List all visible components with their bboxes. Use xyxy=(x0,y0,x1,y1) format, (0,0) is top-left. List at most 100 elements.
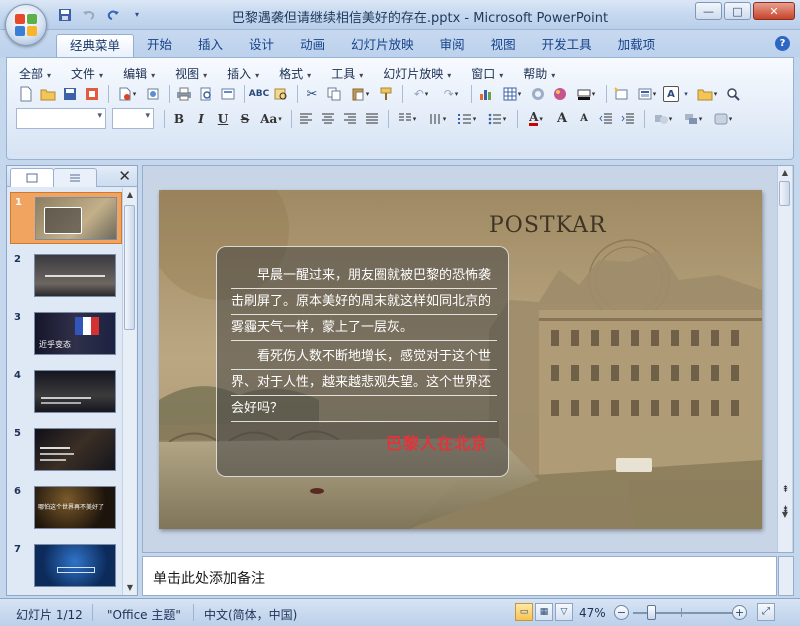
research-icon[interactable] xyxy=(271,84,291,104)
cut-icon[interactable]: ✂ xyxy=(302,84,322,104)
slide-thumbnail-3[interactable]: 3 近乎变态 xyxy=(10,308,122,360)
scroll-down-icon[interactable]: ▼ xyxy=(123,581,137,595)
bold-button[interactable]: B xyxy=(169,109,189,129)
italic-button[interactable]: I xyxy=(191,109,211,129)
scrollbar-thumb[interactable] xyxy=(124,205,135,330)
table-icon[interactable]: ▾ xyxy=(498,84,526,104)
office-button[interactable] xyxy=(5,4,47,46)
menu-insert[interactable]: 插入 ▾ xyxy=(227,65,259,82)
folder-icon[interactable]: ▾ xyxy=(693,84,721,104)
grow-font-button[interactable]: A xyxy=(552,109,572,129)
notes-pane[interactable]: 单击此处添加备注 xyxy=(142,556,777,596)
format-painter-icon[interactable] xyxy=(376,84,396,104)
menu-help[interactable]: 帮助 ▾ xyxy=(523,65,555,82)
new-icon[interactable] xyxy=(16,84,36,104)
normal-view-icon[interactable]: ▭ xyxy=(515,603,533,621)
scroll-up-icon[interactable]: ▲ xyxy=(123,188,137,202)
slide-thumbnail-4[interactable]: 4 xyxy=(10,366,122,418)
menu-view[interactable]: 视图 ▾ xyxy=(175,65,207,82)
font-name-combo[interactable] xyxy=(16,108,106,129)
fill-color-icon[interactable]: ▾ xyxy=(572,84,600,104)
slide-scrollbar[interactable]: ▲ ⇞ ⇟ ▼ xyxy=(777,166,792,552)
justify-icon[interactable] xyxy=(362,109,382,129)
tab-animations[interactable]: 动画 xyxy=(287,34,338,57)
shrink-font-button[interactable]: A xyxy=(574,109,594,129)
numbering-icon[interactable]: ▾ xyxy=(453,109,481,129)
undo-icon[interactable]: ↶ ▾ xyxy=(407,84,435,104)
tab-home[interactable]: 开始 xyxy=(134,34,185,57)
slide-thumbnail-5[interactable]: 5 xyxy=(10,424,122,476)
print-icon[interactable] xyxy=(174,84,194,104)
current-slide[interactable]: POSTKAR 早晨一醒过来，朋友圈就被巴黎的恐怖袭 击刷屏了。原本美好的周末就… xyxy=(159,190,762,529)
slideshow-view-icon[interactable]: ▽ xyxy=(555,603,573,621)
maximize-button[interactable]: □ xyxy=(724,2,751,20)
tab-slides[interactable] xyxy=(10,168,54,187)
permission-icon[interactable] xyxy=(82,84,102,104)
textbox-dropdown-icon[interactable]: ▾ xyxy=(681,84,691,104)
minimize-button[interactable]: — xyxy=(695,2,722,20)
paste-icon[interactable]: ▾ xyxy=(346,84,374,104)
layout-icon[interactable] xyxy=(218,84,238,104)
slide-thumbnail-7[interactable]: 7 xyxy=(10,540,122,592)
chart-icon[interactable] xyxy=(476,84,496,104)
scroll-up-icon[interactable]: ▲ xyxy=(778,166,792,180)
zoom-slider-knob[interactable] xyxy=(647,605,656,620)
scrollbar-thumb[interactable] xyxy=(779,181,790,206)
slide-thumbnail-2[interactable]: 2 xyxy=(10,250,122,302)
decrease-indent-icon[interactable] xyxy=(596,109,616,129)
slide-text-box[interactable]: 早晨一醒过来，朋友圈就被巴黎的恐怖袭 击刷屏了。原本美好的周末就这样如同北京的 … xyxy=(216,246,509,477)
zoom-out-icon[interactable]: − xyxy=(614,605,629,620)
tab-design[interactable]: 设计 xyxy=(236,34,287,57)
textbox-icon[interactable]: A xyxy=(663,86,679,102)
columns-icon[interactable]: ▾ xyxy=(393,109,421,129)
menu-tools[interactable]: 工具 ▾ xyxy=(331,65,363,82)
slide-thumbnail-6[interactable]: 6 哪怕这个世界再不美好了 xyxy=(10,482,122,534)
underline-button[interactable]: U xyxy=(213,109,233,129)
slides-pane-scrollbar[interactable]: ▲ ▼ xyxy=(122,188,136,595)
font-size-combo[interactable] xyxy=(112,108,154,129)
clipart-icon[interactable] xyxy=(528,84,548,104)
tab-review[interactable]: 审阅 xyxy=(427,34,478,57)
shapes-icon[interactable]: ▾ xyxy=(649,109,677,129)
publish-icon[interactable] xyxy=(143,84,163,104)
help-icon[interactable]: ? xyxy=(775,36,790,51)
tab-developer[interactable]: 开发工具 xyxy=(529,34,605,57)
language-indicator[interactable]: 中文(简体，中国) xyxy=(204,606,297,623)
arrange-icon[interactable]: ▾ xyxy=(679,109,707,129)
menu-slideshow[interactable]: 幻灯片放映 ▾ xyxy=(383,65,451,82)
tab-classic-menu[interactable]: 经典菜单 xyxy=(56,34,135,57)
tab-view[interactable]: 视图 xyxy=(478,34,529,57)
picture-icon[interactable] xyxy=(550,84,570,104)
text-direction-icon[interactable]: ▾ xyxy=(423,109,451,129)
slide-sorter-icon[interactable]: ▦ xyxy=(535,603,553,621)
tab-slideshow[interactable]: 幻灯片放映 xyxy=(338,34,427,57)
tab-addins[interactable]: 加载项 xyxy=(605,34,669,57)
spelling-icon[interactable]: ABC xyxy=(249,84,269,104)
align-right-icon[interactable] xyxy=(340,109,360,129)
menu-edit[interactable]: 编辑 ▾ xyxy=(123,65,155,82)
change-case-button[interactable]: Aa ▾ xyxy=(257,109,285,129)
align-left-icon[interactable] xyxy=(296,109,316,129)
menu-window[interactable]: 窗口 ▾ xyxy=(471,65,503,82)
save-icon[interactable] xyxy=(60,84,80,104)
strikethrough-button[interactable]: S xyxy=(235,109,255,129)
zoom-icon[interactable] xyxy=(723,84,743,104)
slide-layout-icon[interactable]: ▾ xyxy=(633,84,661,104)
menu-all[interactable]: 全部 ▾ xyxy=(19,65,51,82)
new-slide-icon[interactable] xyxy=(611,84,631,104)
menu-file[interactable]: 文件 ▾ xyxy=(71,65,103,82)
notes-scrollbar[interactable] xyxy=(778,556,794,596)
menu-format[interactable]: 格式 ▾ xyxy=(279,65,311,82)
prev-slide-icon[interactable]: ⇞ xyxy=(778,484,793,496)
copy-icon[interactable] xyxy=(324,84,344,104)
slide-thumbnail-1[interactable]: 1 xyxy=(10,192,122,244)
email-icon[interactable]: ▾ xyxy=(113,84,141,104)
fit-to-window-icon[interactable]: ⤢ xyxy=(757,603,775,621)
scroll-down-icon[interactable]: ▼ xyxy=(778,508,792,522)
zoom-level[interactable]: 47% xyxy=(579,606,606,620)
quick-styles-icon[interactable]: ▾ xyxy=(709,109,737,129)
open-icon[interactable] xyxy=(38,84,58,104)
bullets-icon[interactable]: ▾ xyxy=(483,109,511,129)
close-pane-icon[interactable]: ✕ xyxy=(118,167,131,185)
tab-insert[interactable]: 插入 xyxy=(185,34,236,57)
